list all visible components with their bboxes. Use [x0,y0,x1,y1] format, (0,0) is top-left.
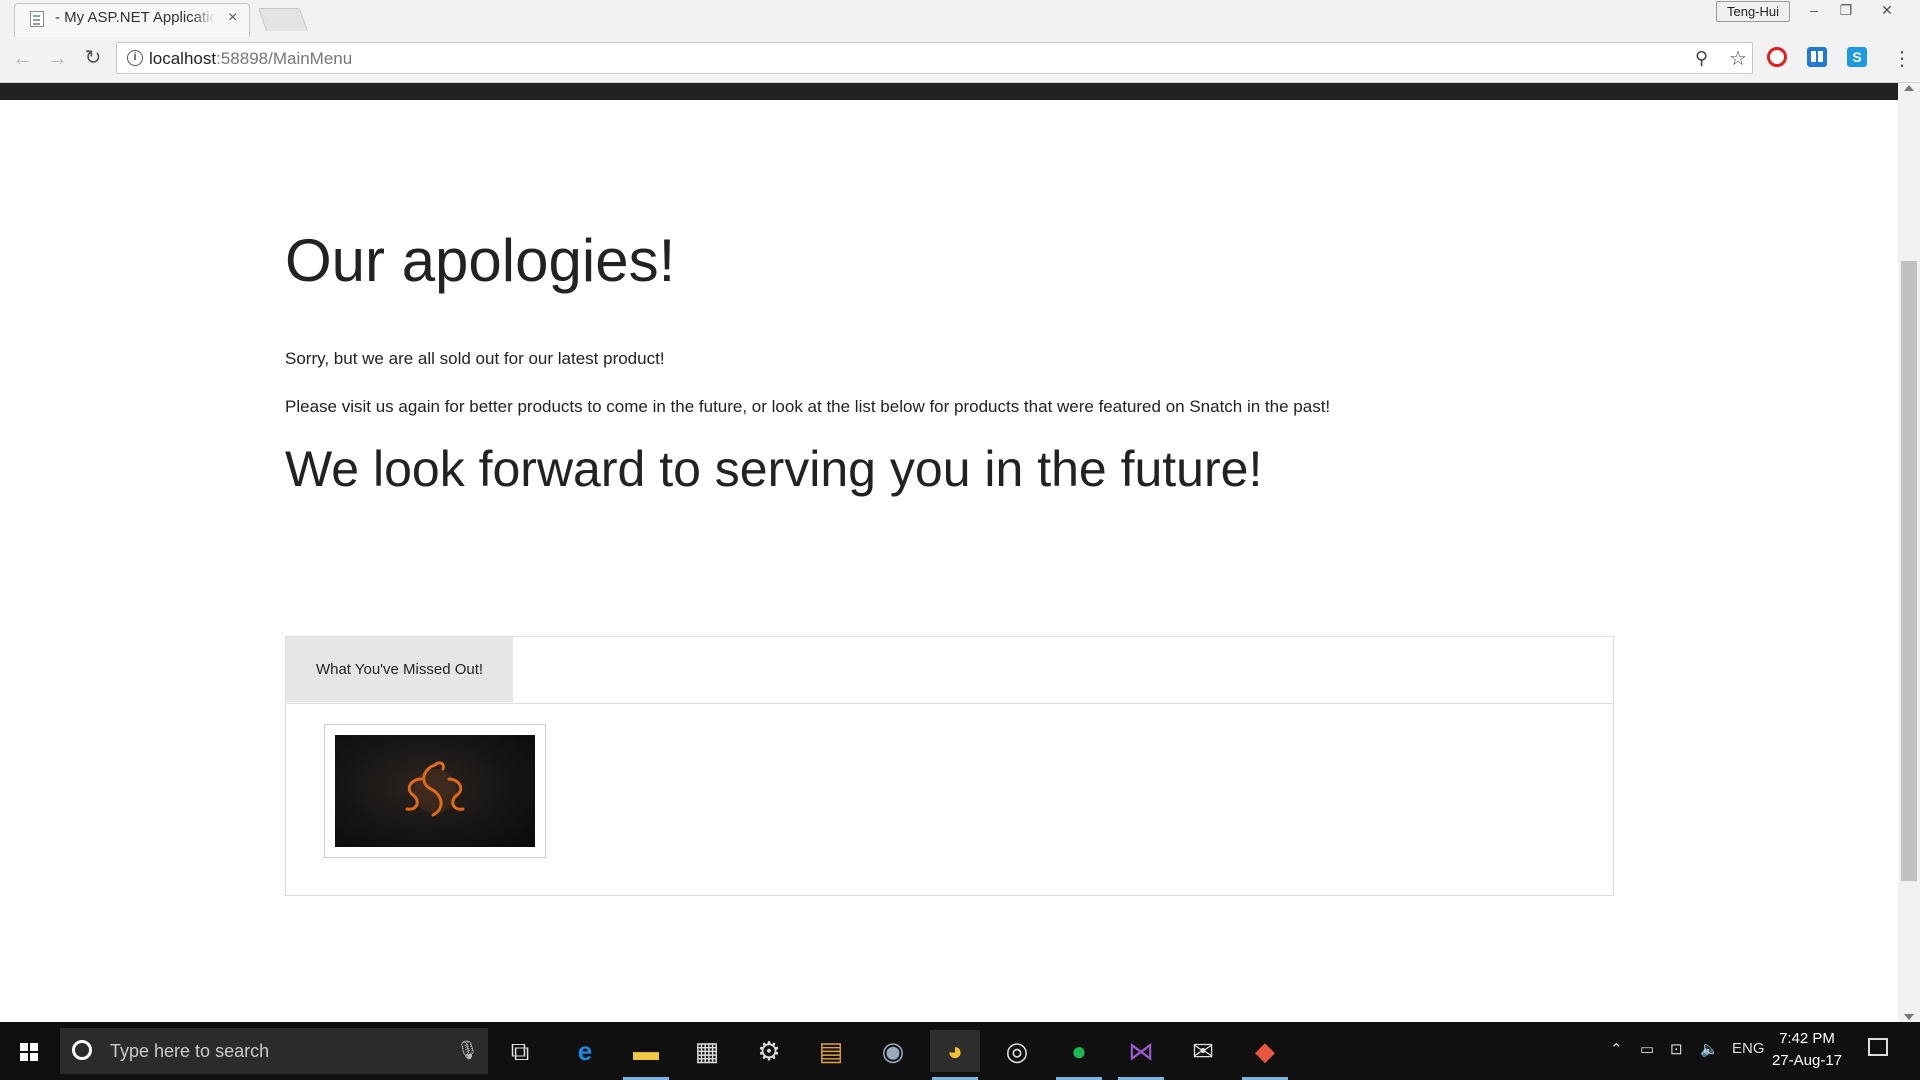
language-indicator[interactable]: ENG [1732,1040,1765,1057]
minimize-button[interactable]: – [1800,1,1828,20]
skype-extension-icon[interactable]: S [1847,47,1867,67]
search-placeholder: Type here to search [110,1041,270,1061]
settings-gear-icon[interactable]: ⚙ [744,1030,794,1072]
page-title: Our apologies! [285,227,676,294]
sold-out-message: Sorry, but we are all sold out for our l… [285,349,665,368]
task-view-icon[interactable]: ⧉ [495,1030,545,1072]
taskbar-search-box[interactable]: Type here to search 🎙 [60,1028,488,1074]
network-icon[interactable]: ⊡ [1670,1040,1683,1058]
back-arrow-icon[interactable]: ← [10,45,36,71]
chrome-icon[interactable]: ◕ [930,1030,980,1080]
site-navbar [0,83,1898,100]
action-center-icon[interactable] [1868,1038,1888,1056]
panel-tab-bar: What You've Missed Out! [286,637,1613,704]
sublime-text-icon[interactable]: ▤ [806,1030,856,1072]
git-icon[interactable]: ◆ [1240,1030,1290,1080]
clock-time: 7:42 PM [1779,1030,1835,1047]
site-info-icon[interactable]: i [127,50,143,66]
photos-icon[interactable]: ▦ [682,1030,732,1072]
scrollbar-thumb[interactable] [1901,261,1917,881]
zoom-icon[interactable]: ⚲ [1695,48,1708,69]
file-explorer-icon[interactable]: ▬ [621,1030,671,1080]
new-tab-button[interactable] [257,8,309,31]
mail-icon[interactable]: ✉ [1178,1030,1228,1072]
restore-button[interactable]: ❐ [1832,1,1860,20]
windows-taskbar: Type here to search 🎙 ⧉ e ▬ ▦ ⚙ ▤ ◉ ◕ ◎ … [0,1022,1920,1080]
groove-music-icon[interactable]: ◎ [992,1030,1042,1072]
tab-missed-out[interactable]: What You've Missed Out! [286,637,513,702]
browser-menu-icon[interactable]: ⋮ [1892,46,1912,71]
edge-icon[interactable]: e [560,1030,610,1072]
cortana-icon [72,1040,92,1060]
tab-close-icon[interactable]: × [228,10,237,26]
closing-heading: We look forward to serving you in the fu… [285,441,1263,497]
razer-snake-logo-icon [405,761,465,817]
page-favicon-icon [30,11,44,27]
url-host: localhost [149,49,217,68]
windows-logo-icon [20,1043,28,1051]
product-thumbnail[interactable] [324,724,546,858]
start-button[interactable] [0,1022,60,1080]
bookmark-star-icon[interactable]: ☆ [1729,46,1747,71]
visual-studio-icon[interactable]: ⋈ [1116,1030,1166,1080]
url-text[interactable]: localhost:58898/MainMenu [149,49,352,69]
page-scrollbar[interactable] [1898,83,1920,1022]
page-content: Our apologies! Sorry, but we are all sol… [0,100,1898,1022]
steam-icon[interactable]: ◉ [868,1030,918,1072]
volume-icon[interactable]: 🔈 [1700,1040,1719,1058]
url-path: :58898/MainMenu [216,49,353,68]
microphone-icon[interactable]: 🎙 [456,1040,479,1061]
profile-button[interactable]: Teng-Hui [1716,1,1790,22]
opera-extension-icon[interactable] [1767,47,1787,67]
forward-arrow-icon[interactable]: → [44,45,70,71]
past-products-panel: What You've Missed Out! [285,636,1614,896]
visit-again-message: Please visit us again for better product… [285,397,1331,416]
close-window-button[interactable]: ✕ [1873,1,1901,20]
trello-extension-icon[interactable] [1807,47,1827,67]
reload-icon[interactable]: ↻ [80,45,106,71]
razer-logo-image[interactable] [335,735,535,847]
scroll-up-icon[interactable] [1904,85,1914,91]
browser-title-bar: - My ASP.NET Application × Teng-Hui – ❐ … [0,0,1920,38]
scroll-down-icon[interactable] [1904,1014,1914,1020]
show-hidden-icons-chevron-icon[interactable]: ⌃ [1610,1040,1623,1058]
spotify-icon[interactable]: ● [1054,1030,1104,1080]
address-bar[interactable]: i localhost:58898/MainMenu ⚲ ☆ [116,42,1753,74]
tab-title: - My ASP.NET Application [55,9,215,27]
battery-icon[interactable]: ▭ [1640,1040,1654,1058]
browser-toolbar: ← → ↻ i localhost:58898/MainMenu ⚲ ☆ S ⋮ [0,37,1920,83]
taskbar-clock[interactable]: 7:42 PM 27-Aug-17 [1762,1028,1852,1072]
clock-date: 27-Aug-17 [1771,1052,1843,1069]
